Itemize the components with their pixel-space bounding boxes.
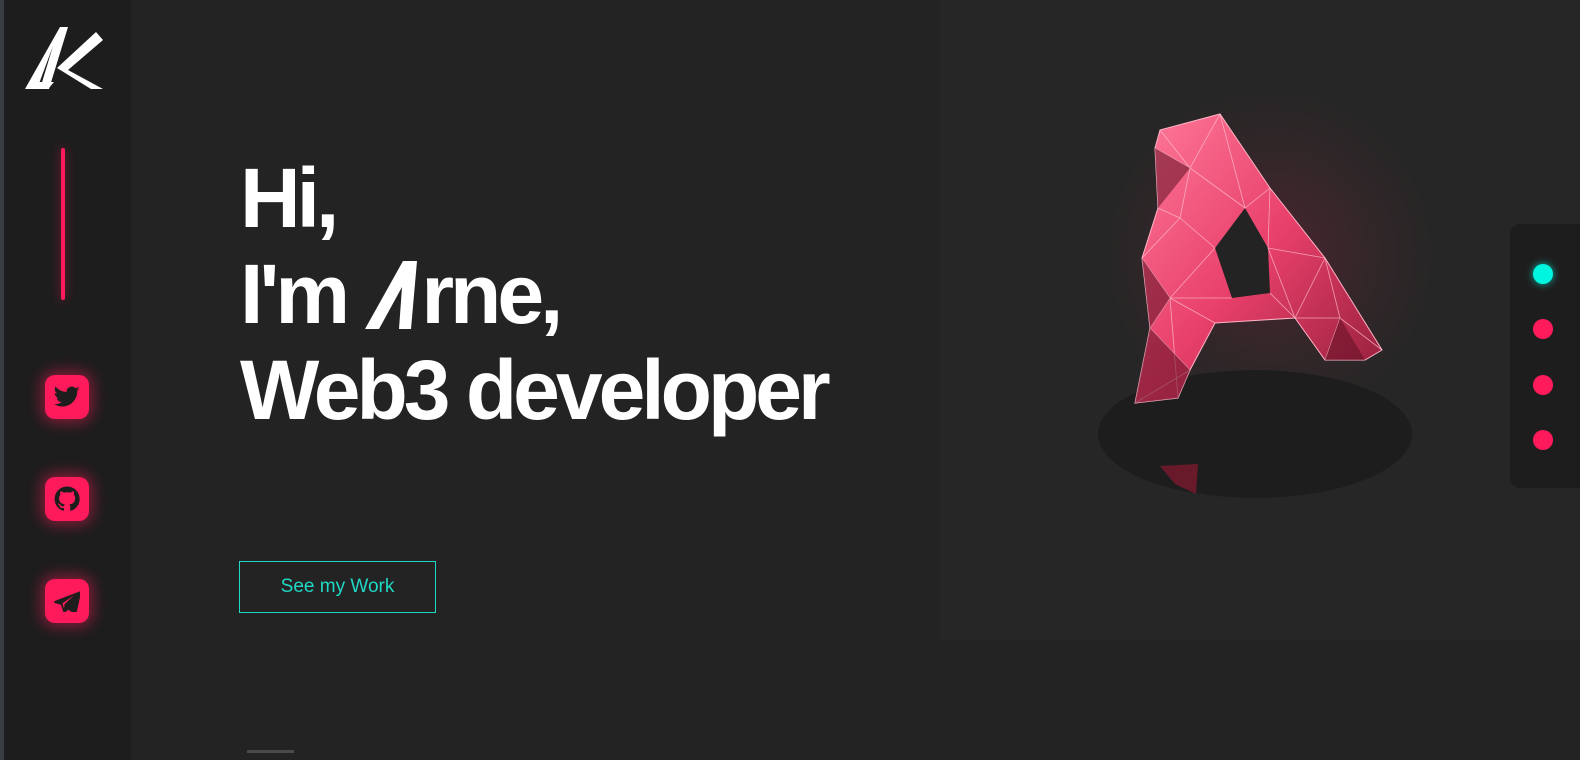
twitter-link[interactable]	[45, 375, 89, 419]
hero-line-name: I'm rne,	[240, 246, 827, 342]
hero-line-role: Web3 developer	[240, 343, 831, 437]
scroll-indicator	[247, 750, 294, 753]
telegram-link[interactable]	[45, 579, 89, 623]
brand-letter-a-icon	[365, 261, 418, 329]
github-link[interactable]	[45, 477, 89, 521]
sidebar	[4, 0, 131, 760]
github-icon	[54, 486, 80, 511]
hero-line-hi: Hi,	[240, 151, 339, 245]
section-nav-dot-3[interactable]	[1533, 375, 1553, 395]
twitter-icon	[54, 386, 80, 407]
see-my-work-button[interactable]: See my Work	[239, 561, 436, 613]
page: Hi, I'm rne, Web3 developer See my Work	[0, 0, 1580, 760]
low-poly-a-model-icon	[1134, 113, 1383, 494]
hero-heading: Hi, I'm rne, Web3 developer	[240, 150, 831, 438]
section-nav-dot-4[interactable]	[1533, 430, 1553, 450]
ak-logo[interactable]	[24, 24, 108, 92]
ak-logo-icon	[25, 27, 103, 89]
hero-name-prefix: I'm	[240, 247, 366, 341]
telegram-icon	[54, 591, 80, 612]
sidebar-accent-line	[61, 148, 65, 300]
section-nav-dot-1[interactable]	[1533, 264, 1553, 284]
hero-name-rest: rne,	[421, 247, 563, 341]
section-nav-dot-2[interactable]	[1533, 319, 1553, 339]
